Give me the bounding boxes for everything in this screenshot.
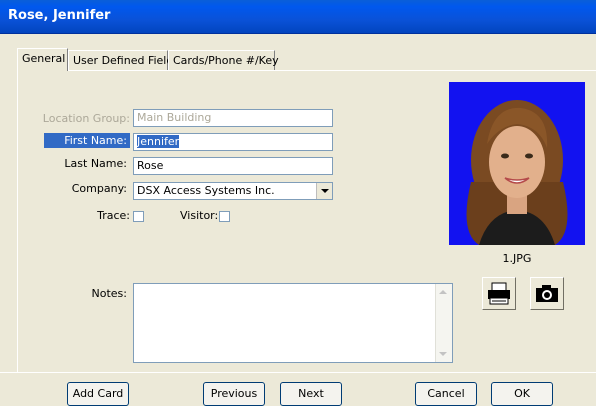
tab-general[interactable]: General [17, 48, 68, 71]
location-group-field: Main Building [133, 109, 333, 127]
ok-button[interactable]: OK [491, 382, 553, 406]
previous-button[interactable]: Previous [203, 382, 265, 406]
printer-icon [488, 282, 510, 305]
chevron-down-icon[interactable] [316, 183, 332, 199]
capture-photo-button[interactable] [530, 277, 564, 310]
trace-checkbox[interactable] [133, 211, 144, 222]
portrait-image [449, 82, 585, 245]
first-name-field[interactable]: Jennifer [133, 133, 333, 151]
cancel-label: Cancel [427, 387, 465, 400]
location-group-label: Location Group: [42, 112, 130, 125]
cancel-button[interactable]: Cancel [415, 382, 477, 406]
visitor-checkbox[interactable] [219, 211, 230, 222]
ok-label: OK [514, 387, 530, 400]
last-name-label: Last Name: [64, 157, 127, 170]
next-button[interactable]: Next [280, 382, 342, 406]
add-card-button[interactable]: Add Card [67, 382, 129, 406]
last-name-field[interactable]: Rose [133, 157, 333, 175]
first-name-value: Jennifer [137, 135, 180, 148]
add-card-label: Add Card [72, 387, 124, 400]
scroll-down-icon[interactable] [439, 352, 447, 356]
visitor-label: Visitor: [180, 209, 219, 222]
window-title: Rose, Jennifer [8, 8, 111, 23]
company-select[interactable]: DSX Access Systems Inc. [133, 182, 333, 200]
person-photo [449, 82, 585, 245]
next-label: Next [298, 387, 324, 400]
company-label: Company: [71, 182, 127, 195]
notes-label: Notes: [91, 287, 127, 300]
window-title-bar[interactable]: Rose, Jennifer [0, 0, 596, 34]
notes-textarea[interactable] [133, 283, 453, 363]
first-name-label: First Name: [44, 133, 130, 148]
previous-label: Previous [210, 387, 258, 400]
print-button[interactable] [482, 277, 516, 310]
tab-cards-phone-key[interactable]: Cards/Phone #/Key [168, 50, 279, 70]
notes-scrollbar[interactable] [435, 284, 452, 362]
scroll-up-icon[interactable] [439, 290, 447, 294]
camera-icon [536, 285, 558, 302]
trace-label: Trace: [97, 209, 130, 222]
company-value: DSX Access Systems Inc. [137, 184, 275, 197]
tab-user-defined-fields[interactable]: User Defined Fields [68, 50, 179, 70]
photo-caption: 1.JPG [502, 252, 532, 265]
